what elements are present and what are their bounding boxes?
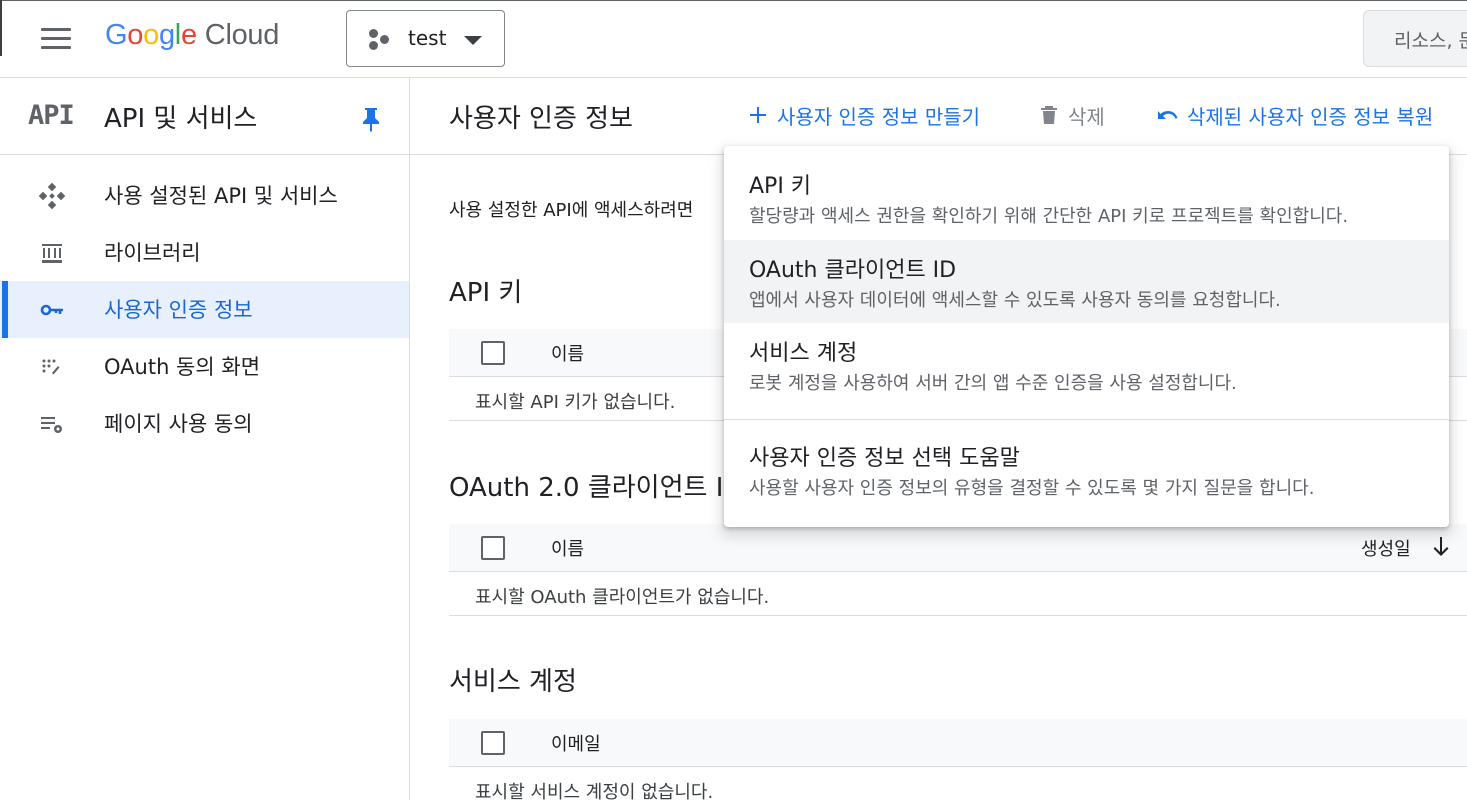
column-header-name: 이름 <box>551 539 585 560</box>
menu-item-description: 로봇 계정을 사용하여 서버 간의 앱 수준 인증을 사용 설정합니다. <box>749 373 1237 394</box>
sidebar-title: API 및 서비스 <box>104 104 258 134</box>
sidebar-item-oauth-consent[interactable]: OAuth 동의 화면 <box>0 338 409 395</box>
menu-item-api-key[interactable]: API 키 할당량과 액세스 권한을 확인하기 위해 간단한 API 키로 프로… <box>724 156 1449 240</box>
empty-state-text: 표시할 서비스 계정이 없습니다. <box>475 782 714 800</box>
logo-letter: e <box>180 19 197 51</box>
sidebar-item-label: 페이지 사용 동의 <box>104 412 253 436</box>
service-accounts-table: 이메일 표시할 서비스 계정이 없습니다. <box>449 719 1467 800</box>
search-placeholder: 리소스, 문서 <box>1394 30 1467 52</box>
restore-deleted-credentials-button[interactable]: 삭제된 사용자 인증 정보 복원 <box>1156 100 1456 134</box>
top-app-bar: GoogleCloud test 리소스, 문서 <box>0 0 1467 78</box>
project-name: test <box>408 26 447 50</box>
delete-label: 삭제 <box>1068 105 1105 129</box>
api-keys-section-title: API 키 <box>449 278 523 308</box>
menu-item-description: 할당량과 액세스 권한을 확인하기 위해 간단한 API 키로 프로젝트를 확인… <box>749 206 1349 227</box>
create-credentials-menu: API 키 할당량과 액세스 권한을 확인하기 위해 간단한 API 키로 프로… <box>724 146 1449 527</box>
restore-label: 삭제된 사용자 인증 정보 복원 <box>1187 105 1434 129</box>
sidebar-item-label: 사용자 인증 정보 <box>104 298 253 322</box>
select-all-checkbox[interactable] <box>481 536 505 560</box>
sidebar-item-credentials[interactable]: 사용자 인증 정보 <box>0 281 409 338</box>
empty-state-row: 표시할 OAuth 클라이언트가 없습니다. <box>449 572 1467 616</box>
menu-item-help-me-choose[interactable]: 사용자 인증 정보 선택 도움말 사용할 사용자 인증 정보의 유형을 결정할 … <box>724 432 1449 516</box>
search-bar[interactable]: 리소스, 문서 <box>1363 10 1467 67</box>
logo-letter: o <box>143 19 159 51</box>
consent-screen-icon <box>42 359 60 375</box>
service-accounts-section-title: 서비스 계정 <box>449 667 577 697</box>
window-edge <box>0 0 2 56</box>
menu-item-title: 서비스 계정 <box>749 341 858 366</box>
logo-letter: g <box>158 19 175 51</box>
hamburger-menu-icon[interactable] <box>36 22 76 56</box>
api-logo-icon: API <box>28 100 75 131</box>
sidebar-item-enabled-apis[interactable]: 사용 설정된 API 및 서비스 <box>0 167 409 224</box>
empty-state-text: 표시할 API 키가 없습니다. <box>475 392 676 413</box>
sidebar-item-library[interactable]: 라이브러리 <box>0 224 409 281</box>
sidebar-item-label: 사용 설정된 API 및 서비스 <box>104 184 338 208</box>
logo-cloud-text: Cloud <box>204 19 280 51</box>
api-diamond-icon <box>38 182 66 210</box>
column-header-email: 이메일 <box>551 734 601 755</box>
table-header: 이름 생성일 <box>449 524 1467 572</box>
google-cloud-logo[interactable]: Google Cloud <box>105 19 279 52</box>
column-header-name: 이름 <box>551 344 585 365</box>
empty-state-row: 표시할 서비스 계정이 없습니다. <box>449 767 1467 800</box>
sidebar: API API 및 서비스 사용 설정된 API 및 서비스 라이브러리 사용자… <box>0 78 410 800</box>
column-header-created[interactable]: 생성일 <box>1361 535 1411 561</box>
library-icon <box>42 244 62 263</box>
oauth-clients-section-title: OAuth 2.0 클라이언트 ID <box>449 473 744 503</box>
top-border <box>0 0 1467 1</box>
empty-state-text: 표시할 OAuth 클라이언트가 없습니다. <box>475 587 770 608</box>
menu-item-oauth-client-id[interactable]: OAuth 클라이언트 ID 앱에서 사용자 데이터에 액세스할 수 있도록 사… <box>724 240 1449 323</box>
page-title: 사용자 인증 정보 <box>449 104 633 134</box>
menu-item-title: API 키 <box>749 174 812 199</box>
key-icon <box>40 304 63 316</box>
logo-letter: o <box>127 19 144 51</box>
select-all-checkbox[interactable] <box>481 731 505 755</box>
sidebar-nav: 사용 설정된 API 및 서비스 라이브러리 사용자 인증 정보 OAuth 동… <box>0 167 409 452</box>
undo-icon <box>1158 111 1178 119</box>
menu-item-description: 앱에서 사용자 데이터에 액세스할 수 있도록 사용자 동의를 요청합니다. <box>749 290 1281 311</box>
project-hierarchy-icon <box>369 29 391 51</box>
table-header: 이메일 <box>449 719 1467 767</box>
menu-divider <box>724 419 1449 420</box>
delete-button[interactable]: 삭제 <box>1037 100 1117 134</box>
project-selector[interactable]: test <box>346 10 505 67</box>
menu-item-service-account[interactable]: 서비스 계정 로봇 계정을 사용하여 서버 간의 앱 수준 인증을 사용 설정합… <box>724 323 1449 406</box>
description-text: 사용 설정한 API에 액세스하려면 <box>449 200 694 221</box>
page-settings-icon <box>41 417 62 433</box>
chevron-down-icon <box>464 36 482 45</box>
page-header: 사용자 인증 정보 사용자 인증 정보 만들기 삭제 삭제된 사용자 인증 정보… <box>410 78 1467 155</box>
plus-icon <box>750 107 766 123</box>
trash-icon <box>1041 106 1057 124</box>
logo-letter: G <box>105 19 128 51</box>
create-credentials-label: 사용자 인증 정보 만들기 <box>777 105 981 129</box>
oauth-clients-table: 이름 생성일 표시할 OAuth 클라이언트가 없습니다. <box>449 524 1467 616</box>
create-credentials-button[interactable]: 사용자 인증 정보 만들기 <box>746 100 996 134</box>
sidebar-item-label: OAuth 동의 화면 <box>104 355 261 379</box>
sort-arrow-down-icon[interactable] <box>1429 534 1453 560</box>
select-all-checkbox[interactable] <box>481 341 505 365</box>
menu-item-description: 사용할 사용자 인증 정보의 유형을 결정할 수 있도록 몇 가지 질문을 합니… <box>749 478 1315 499</box>
sidebar-header: API API 및 서비스 <box>0 78 409 155</box>
sidebar-item-page-consent[interactable]: 페이지 사용 동의 <box>0 395 409 452</box>
sidebar-item-label: 라이브러리 <box>104 241 201 265</box>
pin-icon[interactable] <box>359 106 383 132</box>
menu-item-title: OAuth 클라이언트 ID <box>749 258 957 283</box>
menu-item-title: 사용자 인증 정보 선택 도움말 <box>749 446 1020 471</box>
